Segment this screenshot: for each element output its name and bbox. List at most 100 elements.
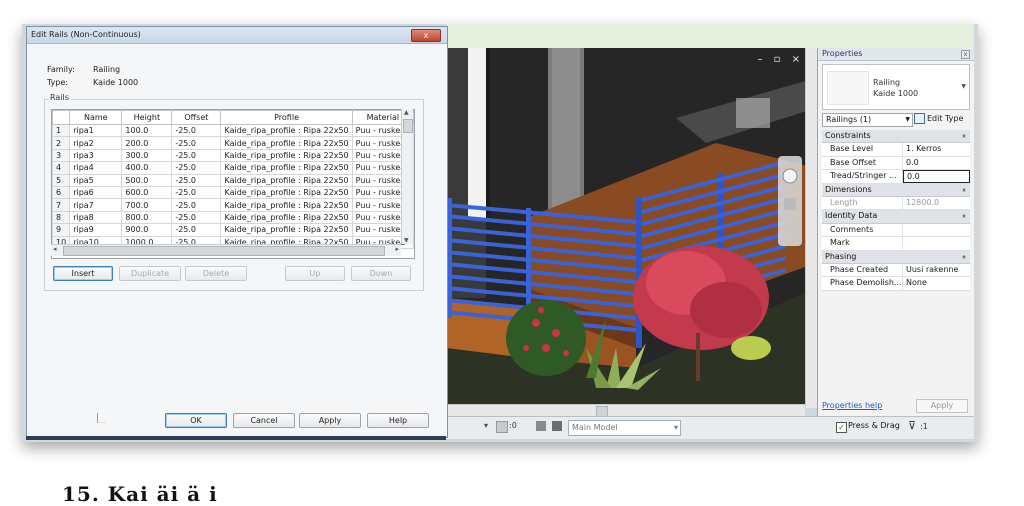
table-cell[interactable]: ripa5	[69, 173, 123, 187]
table-cell[interactable]: Kaide_ripa_profile : Ripa 22x50	[220, 223, 353, 237]
property-group-header[interactable]: Identity Data «	[822, 210, 970, 224]
table-cell[interactable]: -25.0	[171, 223, 222, 237]
table-row[interactable]: 2 ripa2 200.0 -25.0 Kaide_ripa_profile : Rip…	[52, 136, 414, 150]
property-row[interactable]: Phase Demolish... None	[822, 277, 970, 291]
table-cell[interactable]: -25.0	[171, 173, 222, 187]
table-cell[interactable]: -25.0	[171, 161, 222, 175]
property-row[interactable]: Base Offset 0.0	[822, 156, 970, 171]
table-cell[interactable]: 700.0	[121, 198, 173, 212]
delete-button[interactable]: Delete	[185, 266, 247, 281]
model-select[interactable]: Main Model ▾	[568, 420, 681, 436]
close-button[interactable]: x	[411, 29, 441, 42]
table-cell[interactable]: Kaide_ripa_profile : Ripa 22x50	[220, 161, 353, 175]
type-selector[interactable]: Railing Kaide 1000 ▼	[822, 64, 970, 110]
table-cell[interactable]: Kaide_ripa_profile : Ripa 22x50	[220, 210, 353, 225]
cancel-button[interactable]: Cancel	[233, 413, 295, 428]
collapse-icon[interactable]: «	[958, 134, 970, 138]
scroll-right-icon[interactable]: ▸	[395, 245, 399, 253]
property-row[interactable]: Phase Created Uusi rakenne	[822, 263, 970, 278]
scroll-up-icon[interactable]: ▲	[404, 109, 409, 116]
table-cell[interactable]: ripa9	[69, 223, 123, 237]
property-value[interactable]	[903, 223, 970, 237]
table-horizontal-scrollbar[interactable]: ◂ ▸	[51, 244, 401, 256]
table-row[interactable]: 3 ripa3 300.0 -25.0 Kaide_ripa_profile : Rip…	[52, 148, 414, 163]
edit-type-button[interactable]: Edit Type	[914, 113, 963, 125]
table-cell[interactable]: 400.0	[121, 161, 173, 175]
table-cell[interactable]: Kaide_ripa_profile : Ripa 22x50	[220, 123, 353, 138]
property-row[interactable]: Tread/Stringer ... 0.0	[822, 170, 970, 184]
collapse-icon[interactable]: «	[958, 254, 970, 258]
property-row[interactable]: Mark	[822, 237, 970, 251]
table-hscroll-thumb[interactable]	[63, 246, 385, 256]
table-cell[interactable]: 600.0	[121, 185, 173, 200]
scroll-down-icon[interactable]: ▼	[404, 237, 409, 244]
table-row[interactable]: 1 ripa1 100.0 -25.0 Kaide_ripa_profile : Rip…	[52, 123, 414, 138]
property-value[interactable]: 0.0	[903, 156, 970, 170]
table-cell[interactable]: Kaide_ripa_profile : Ripa 22x50	[220, 148, 353, 163]
table-cell[interactable]: ripa2	[69, 136, 123, 150]
table-cell[interactable]: -25.0	[171, 148, 222, 163]
up-button[interactable]: Up	[285, 266, 345, 281]
table-cell[interactable]: ripa3	[69, 148, 123, 163]
workset-dropdown-arrow-icon[interactable]: ▾	[484, 421, 488, 430]
table-cell[interactable]: 300.0	[121, 148, 173, 163]
property-row[interactable]: Length 12800.0	[822, 196, 970, 211]
collapse-icon[interactable]: «	[958, 214, 970, 218]
model-icon[interactable]	[552, 421, 562, 431]
property-value[interactable]: 12800.0	[903, 196, 970, 210]
properties-help-link[interactable]: Properties help	[822, 401, 882, 410]
table-cell[interactable]: 500.0	[121, 173, 173, 187]
table-row[interactable]: 6 ripa6 600.0 -25.0 Kaide_ripa_profile : Rip…	[52, 185, 414, 200]
insert-button[interactable]: Insert	[53, 266, 113, 281]
filter-icon[interactable]: ⊽	[908, 419, 916, 432]
table-cell[interactable]: -25.0	[171, 136, 222, 150]
apply-button[interactable]: Apply	[299, 413, 361, 428]
table-cell[interactable]: Kaide_ripa_profile : Ripa 22x50	[220, 198, 353, 212]
collapse-icon[interactable]: «	[958, 187, 970, 191]
table-cell[interactable]: -25.0	[171, 123, 222, 138]
duplicate-button[interactable]: Duplicate	[119, 266, 181, 281]
table-cell[interactable]: 100.0	[121, 123, 173, 138]
table-cell[interactable]: Kaide_ripa_profile : Ripa 22x50	[220, 173, 353, 187]
table-cell[interactable]: -25.0	[171, 210, 222, 225]
table-cell[interactable]: ripa4	[69, 161, 123, 175]
close-icon[interactable]: x	[961, 50, 970, 59]
exclude-options-icon[interactable]	[536, 421, 546, 431]
properties-apply-button[interactable]: Apply	[916, 399, 968, 413]
property-row[interactable]: Base Level 1. Kerros	[822, 143, 970, 157]
property-group-header[interactable]: Constraints «	[822, 130, 970, 144]
property-group-header[interactable]: Phasing «	[822, 250, 970, 264]
table-row[interactable]: 4 ripa4 400.0 -25.0 Kaide_ripa_profile : Rip…	[52, 161, 414, 175]
table-vertical-scrollbar[interactable]: ▲ ▼	[401, 109, 413, 244]
instance-filter-select[interactable]: Railings (1) ▼	[822, 113, 913, 127]
table-cell[interactable]: ripa6	[69, 185, 123, 200]
table-cell[interactable]: ripa8	[69, 210, 123, 225]
property-value[interactable]: 1. Kerros	[903, 143, 970, 156]
table-cell[interactable]: ripa1	[69, 123, 123, 138]
ok-button[interactable]: OK	[165, 413, 227, 428]
property-group-header[interactable]: Dimensions «	[822, 183, 970, 197]
design-options-icon[interactable]	[496, 421, 508, 433]
table-vscroll-thumb[interactable]	[403, 119, 413, 133]
table-cell[interactable]: 200.0	[121, 136, 173, 150]
property-value[interactable]: None	[903, 277, 970, 290]
help-button[interactable]: Help	[367, 413, 429, 428]
table-cell[interactable]: 900.0	[121, 223, 173, 237]
scroll-left-icon[interactable]: ◂	[53, 245, 57, 253]
table-row[interactable]: 8 ripa8 800.0 -25.0 Kaide_ripa_profile : Rip…	[52, 210, 414, 225]
table-row[interactable]: 9 ripa9 900.0 -25.0 Kaide_ripa_profile : Rip…	[52, 223, 414, 237]
table-row[interactable]: 5 ripa5 500.0 -25.0 Kaide_ripa_profile : Rip…	[52, 173, 414, 187]
down-button[interactable]: Down	[351, 266, 411, 281]
3d-viewport[interactable]: – ▫ ×	[446, 48, 816, 408]
table-cell[interactable]: 800.0	[121, 210, 173, 225]
viewport-vertical-scrollbar[interactable]	[805, 48, 817, 408]
property-value[interactable]: 0.0	[903, 170, 970, 183]
table-cell[interactable]: -25.0	[171, 185, 222, 200]
table-row[interactable]: 7 ripa7 700.0 -25.0 Kaide_ripa_profile : Rip…	[52, 198, 414, 212]
press-drag-checkbox[interactable]: ✓	[836, 422, 847, 433]
property-row[interactable]: Comments	[822, 223, 970, 238]
table-cell[interactable]: Kaide_ripa_profile : Ripa 22x50	[220, 136, 353, 150]
property-value[interactable]: Uusi rakenne	[903, 263, 970, 277]
table-cell[interactable]: Kaide_ripa_profile : Ripa 22x50	[220, 185, 353, 200]
table-cell[interactable]: -25.0	[171, 198, 222, 212]
